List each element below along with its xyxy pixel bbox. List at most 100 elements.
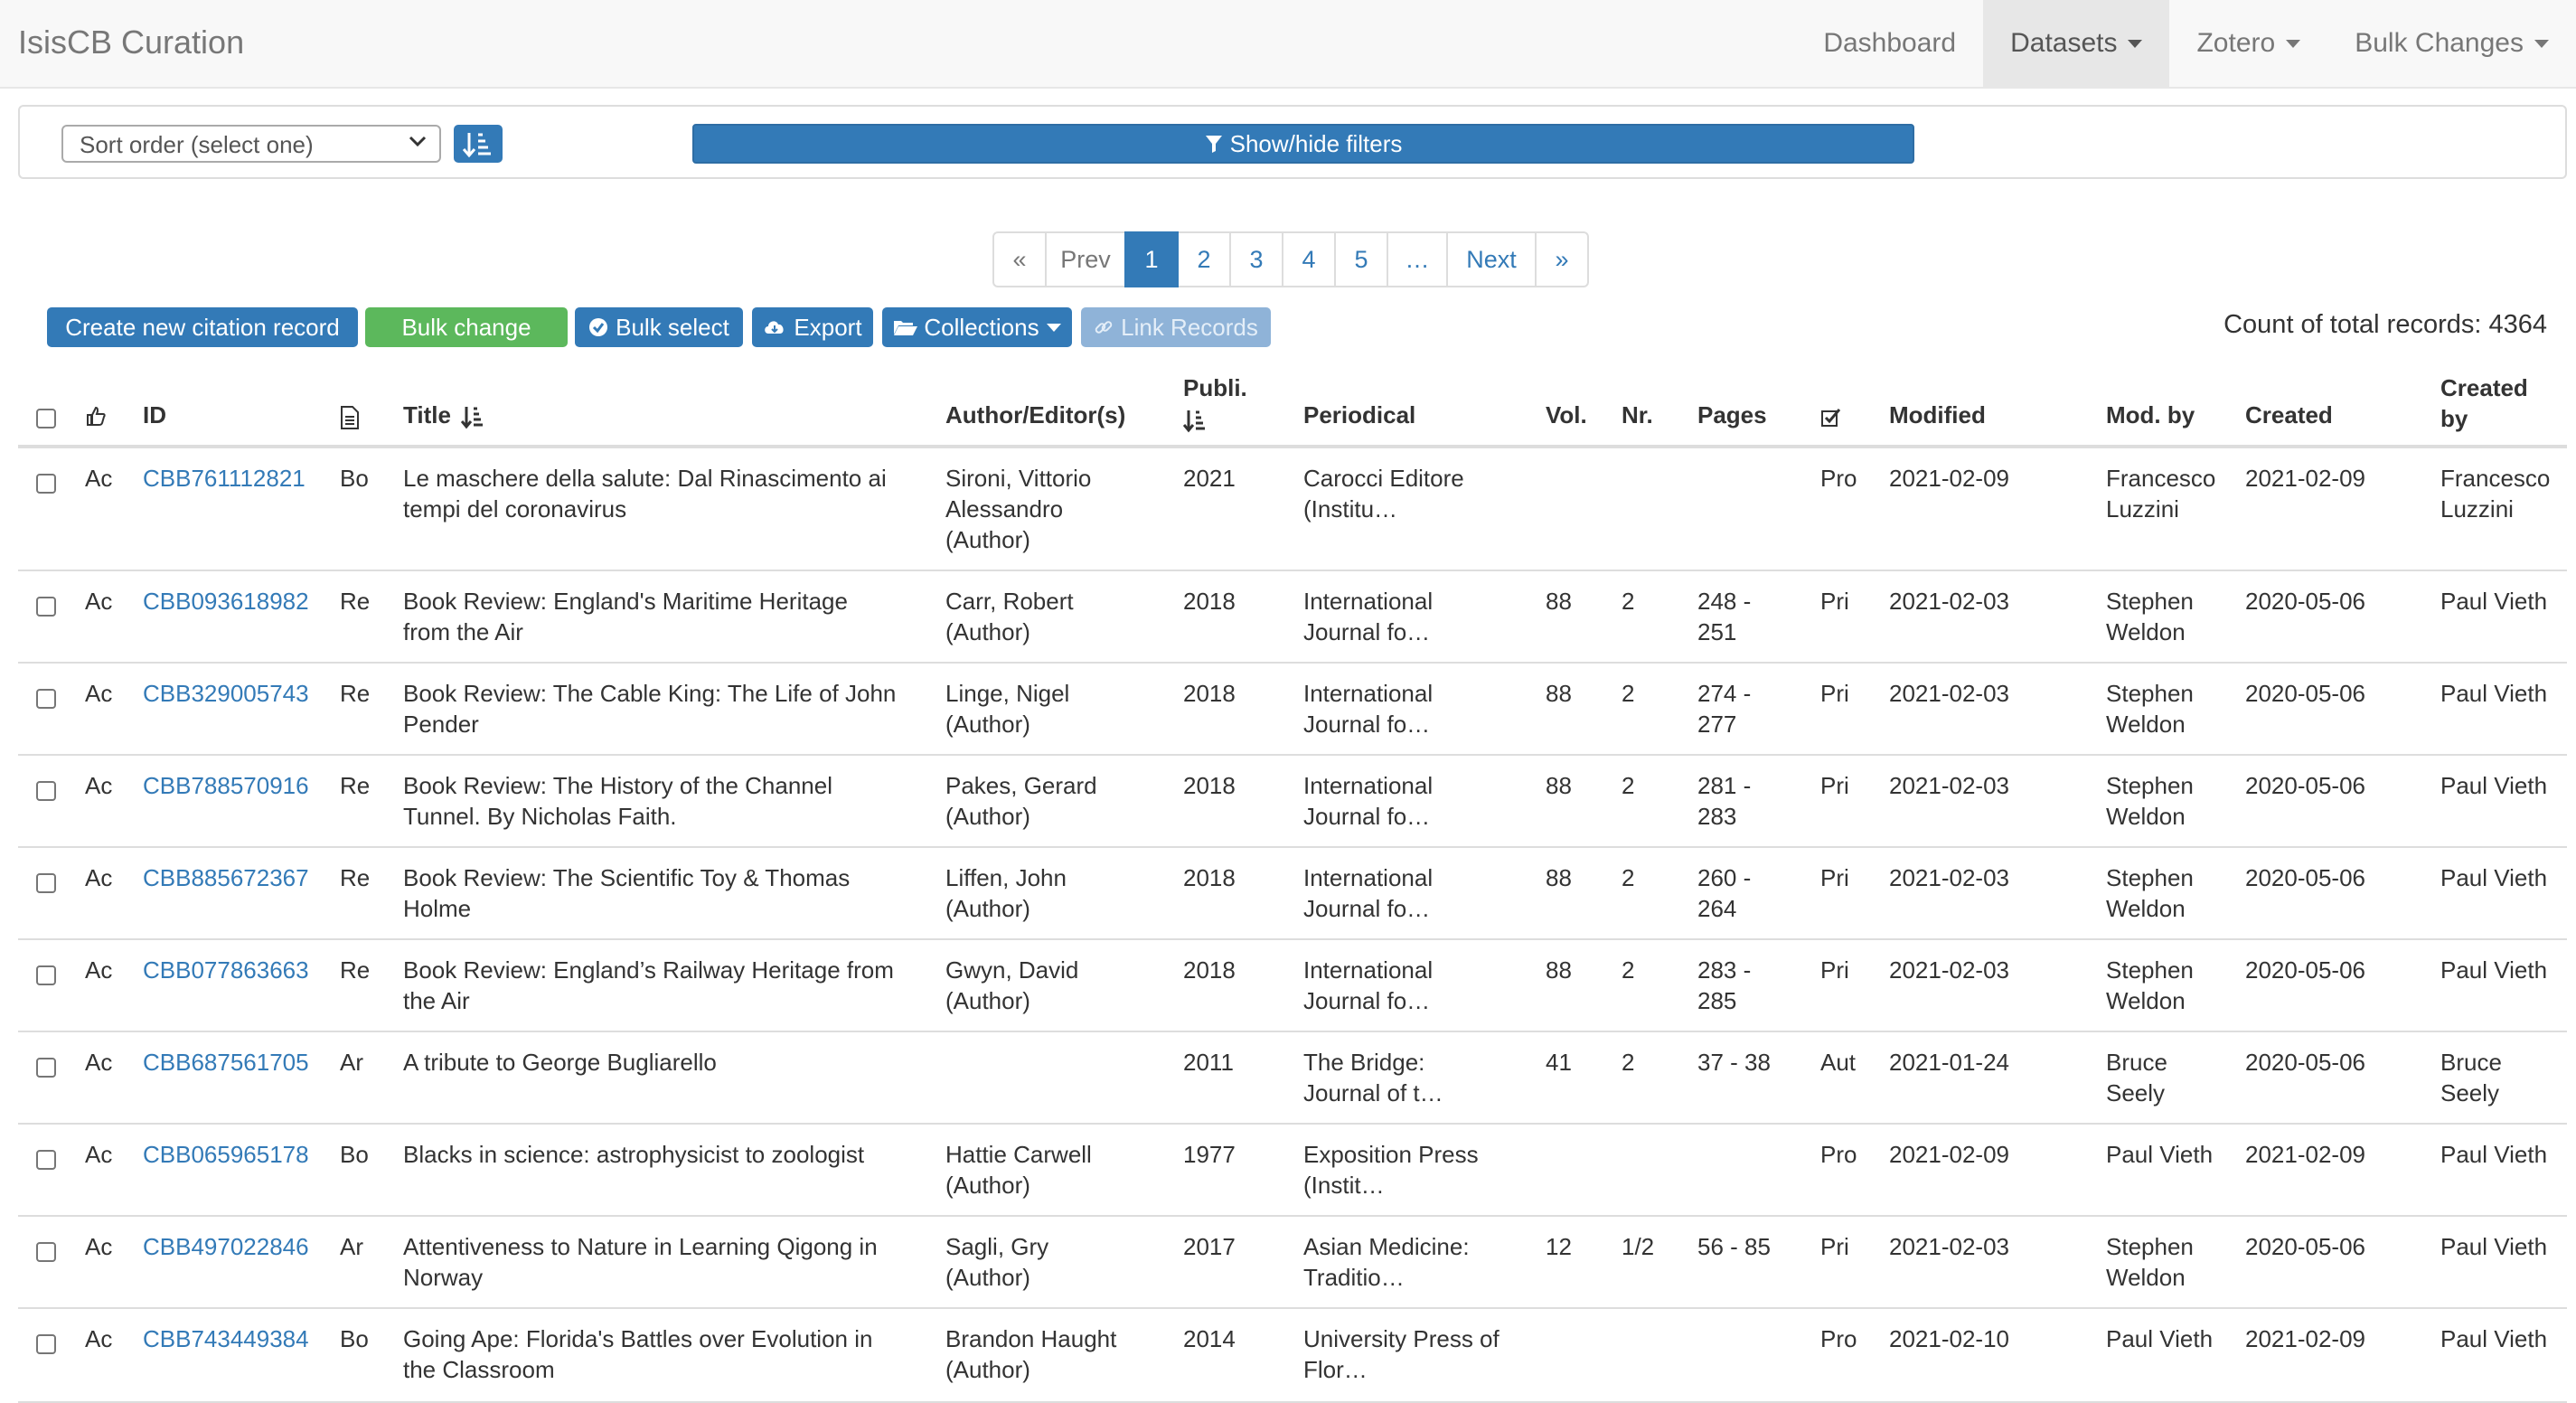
cell-id[interactable]: CBB761112821 [143,463,306,494]
cell-id[interactable]: CBB788570916 [143,770,309,801]
cell-pages: 260 - 264 [1697,862,1751,924]
cell-created-by-line: Seely [2440,1079,2500,1106]
cell-id[interactable]: CBB329005743 [143,678,309,709]
page-1-button[interactable]: 1 [1124,231,1179,287]
bulk-change-button[interactable]: Bulk change [365,307,568,347]
brand-title[interactable]: IsisCB Curation [18,24,244,61]
row-select-checkbox[interactable] [36,1058,56,1078]
page-2-button[interactable]: 2 [1177,231,1231,287]
cell-title-line: Book Review: The History of the Channel [403,772,832,799]
cell-authors-line: (Author) [945,618,1030,645]
collections-dropdown-button[interactable]: Collections [882,307,1072,347]
document-icon[interactable] [340,406,360,429]
row-select-checkbox[interactable] [36,873,56,893]
row-select-checkbox[interactable] [36,781,56,801]
nav-bulk-changes-dropdown[interactable]: Bulk Changes [2327,0,2576,87]
filter-icon [1205,134,1223,154]
cell-pages-line: 283 [1697,803,1737,830]
column-header-modified[interactable]: Modified [1889,400,1986,430]
row-select-checkbox[interactable] [36,1150,56,1170]
select-all-checkbox[interactable] [36,409,56,428]
cell-id[interactable]: CBB743449384 [143,1323,309,1354]
cell-modified-by-line: Paul Vieth [2106,1325,2214,1352]
chevron-down-icon [409,135,427,147]
cell-modified: 2021-02-09 [1889,465,2009,492]
row-select-checkbox[interactable] [36,965,56,985]
create-citation-button[interactable]: Create new citation record [47,307,358,347]
cell-modified-by: Francesco Luzzini [2106,463,2215,524]
cell-modified-by: Stephen Weldon [2106,1231,2194,1293]
nav-datasets-dropdown[interactable]: Datasets [1983,0,2170,87]
row-select-checkbox[interactable] [36,689,56,709]
column-header-periodical[interactable]: Periodical [1303,400,1415,430]
cell-title-line: from the Air [403,618,523,645]
column-header-modified-by[interactable]: Mod. by [2106,400,2195,430]
cell-periodical: International Journal fo… [1303,586,1433,647]
link-records-button[interactable]: Link Records [1081,307,1271,347]
show-hide-filters-label: Show/hide filters [1229,129,1403,157]
cell-year: 2018 [1183,864,1236,891]
column-header-number[interactable]: Nr. [1622,400,1653,430]
page-prev-button[interactable]: Prev [1045,231,1126,287]
row-select-checkbox[interactable] [36,597,56,617]
nav-zotero-dropdown[interactable]: Zotero [2169,0,2327,87]
bulk-select-button[interactable]: Bulk select [575,307,743,347]
cell-periodical: International Journal fo… [1303,862,1433,924]
cell-pages-line: 264 [1697,895,1737,922]
cell-record-status: Pro [1820,1325,1857,1352]
page-5-button[interactable]: 5 [1334,231,1388,287]
cell-year: 2011 [1183,1049,1234,1076]
column-header-created[interactable]: Created [2245,400,2333,430]
column-header-volume[interactable]: Vol. [1546,400,1587,430]
sort-asc-icon [1183,408,1205,433]
cell-id[interactable]: CBB077863663 [143,955,309,985]
thumbs-up-icon[interactable] [85,405,107,427]
link-icon [1094,317,1114,337]
page-first-button[interactable]: « [992,231,1047,287]
cell-title-line: Tunnel. By Nicholas Faith. [403,803,677,830]
cell-id[interactable]: CBB497022846 [143,1231,309,1262]
row-select-checkbox[interactable] [36,1242,56,1262]
table-row: Ac CBB788570916 Re Book Review: The History… [18,756,2567,848]
nav-dashboard[interactable]: Dashboard [1796,0,1983,87]
row-select-checkbox[interactable] [36,474,56,494]
row-select-checkbox[interactable] [36,1334,56,1354]
cell-id[interactable]: CBB065965178 [143,1139,309,1170]
column-header-publication-year[interactable]: Publi. [1183,372,1247,434]
column-header-authors[interactable]: Author/Editor(s) [945,400,1125,430]
cell-modified-by-line: Bruce [2106,1049,2167,1076]
cell-pages-line: 274 - [1697,680,1752,707]
cell-pages: 37 - 38 [1697,1047,1771,1078]
column-header-title[interactable]: Title [403,400,484,430]
cell-type: Re [340,680,371,707]
page-last-button[interactable]: » [1535,231,1589,287]
cell-authors-line: Gwyn, David [945,956,1079,984]
cell-year: 2017 [1183,1233,1236,1260]
cell-title-line: the Air [403,987,470,1014]
cell-volume: 88 [1546,680,1572,707]
cell-type: Re [340,864,371,891]
cell-authors: Sironi, Vittorio Alessandro (Author) [945,463,1091,555]
cell-title: Book Review: The History of the Channel T… [403,770,832,832]
page-3-button[interactable]: 3 [1229,231,1283,287]
cell-id[interactable]: CBB093618982 [143,586,309,617]
cell-authors-line: (Author) [945,1264,1030,1291]
cell-authors: Brandon Haught (Author) [945,1323,1116,1385]
column-header-id[interactable]: ID [143,400,166,430]
export-button[interactable]: Export [752,307,873,347]
pagination: « Prev 1 2 3 4 5 … Next » [992,231,1589,287]
checkbox-check-icon[interactable] [1820,407,1842,428]
cell-id[interactable]: CBB885672367 [143,862,309,893]
column-header-pages[interactable]: Pages [1697,400,1767,430]
page-next-button[interactable]: Next [1446,231,1537,287]
page-ellipsis[interactable]: … [1387,231,1448,287]
sort-direction-button[interactable] [454,125,503,163]
cell-periodical-line: Journal of t… [1303,1079,1443,1106]
show-hide-filters-button[interactable]: Show/hide filters [692,124,1914,164]
cell-created-by: Paul Vieth [2440,1323,2547,1354]
cell-id[interactable]: CBB687561705 [143,1047,309,1078]
cell-modified: 2021-02-03 [1889,772,2009,799]
page-4-button[interactable]: 4 [1282,231,1336,287]
sort-order-select[interactable]: Sort order (select one) [61,125,441,163]
column-header-created-by[interactable]: Created by [2440,372,2528,434]
